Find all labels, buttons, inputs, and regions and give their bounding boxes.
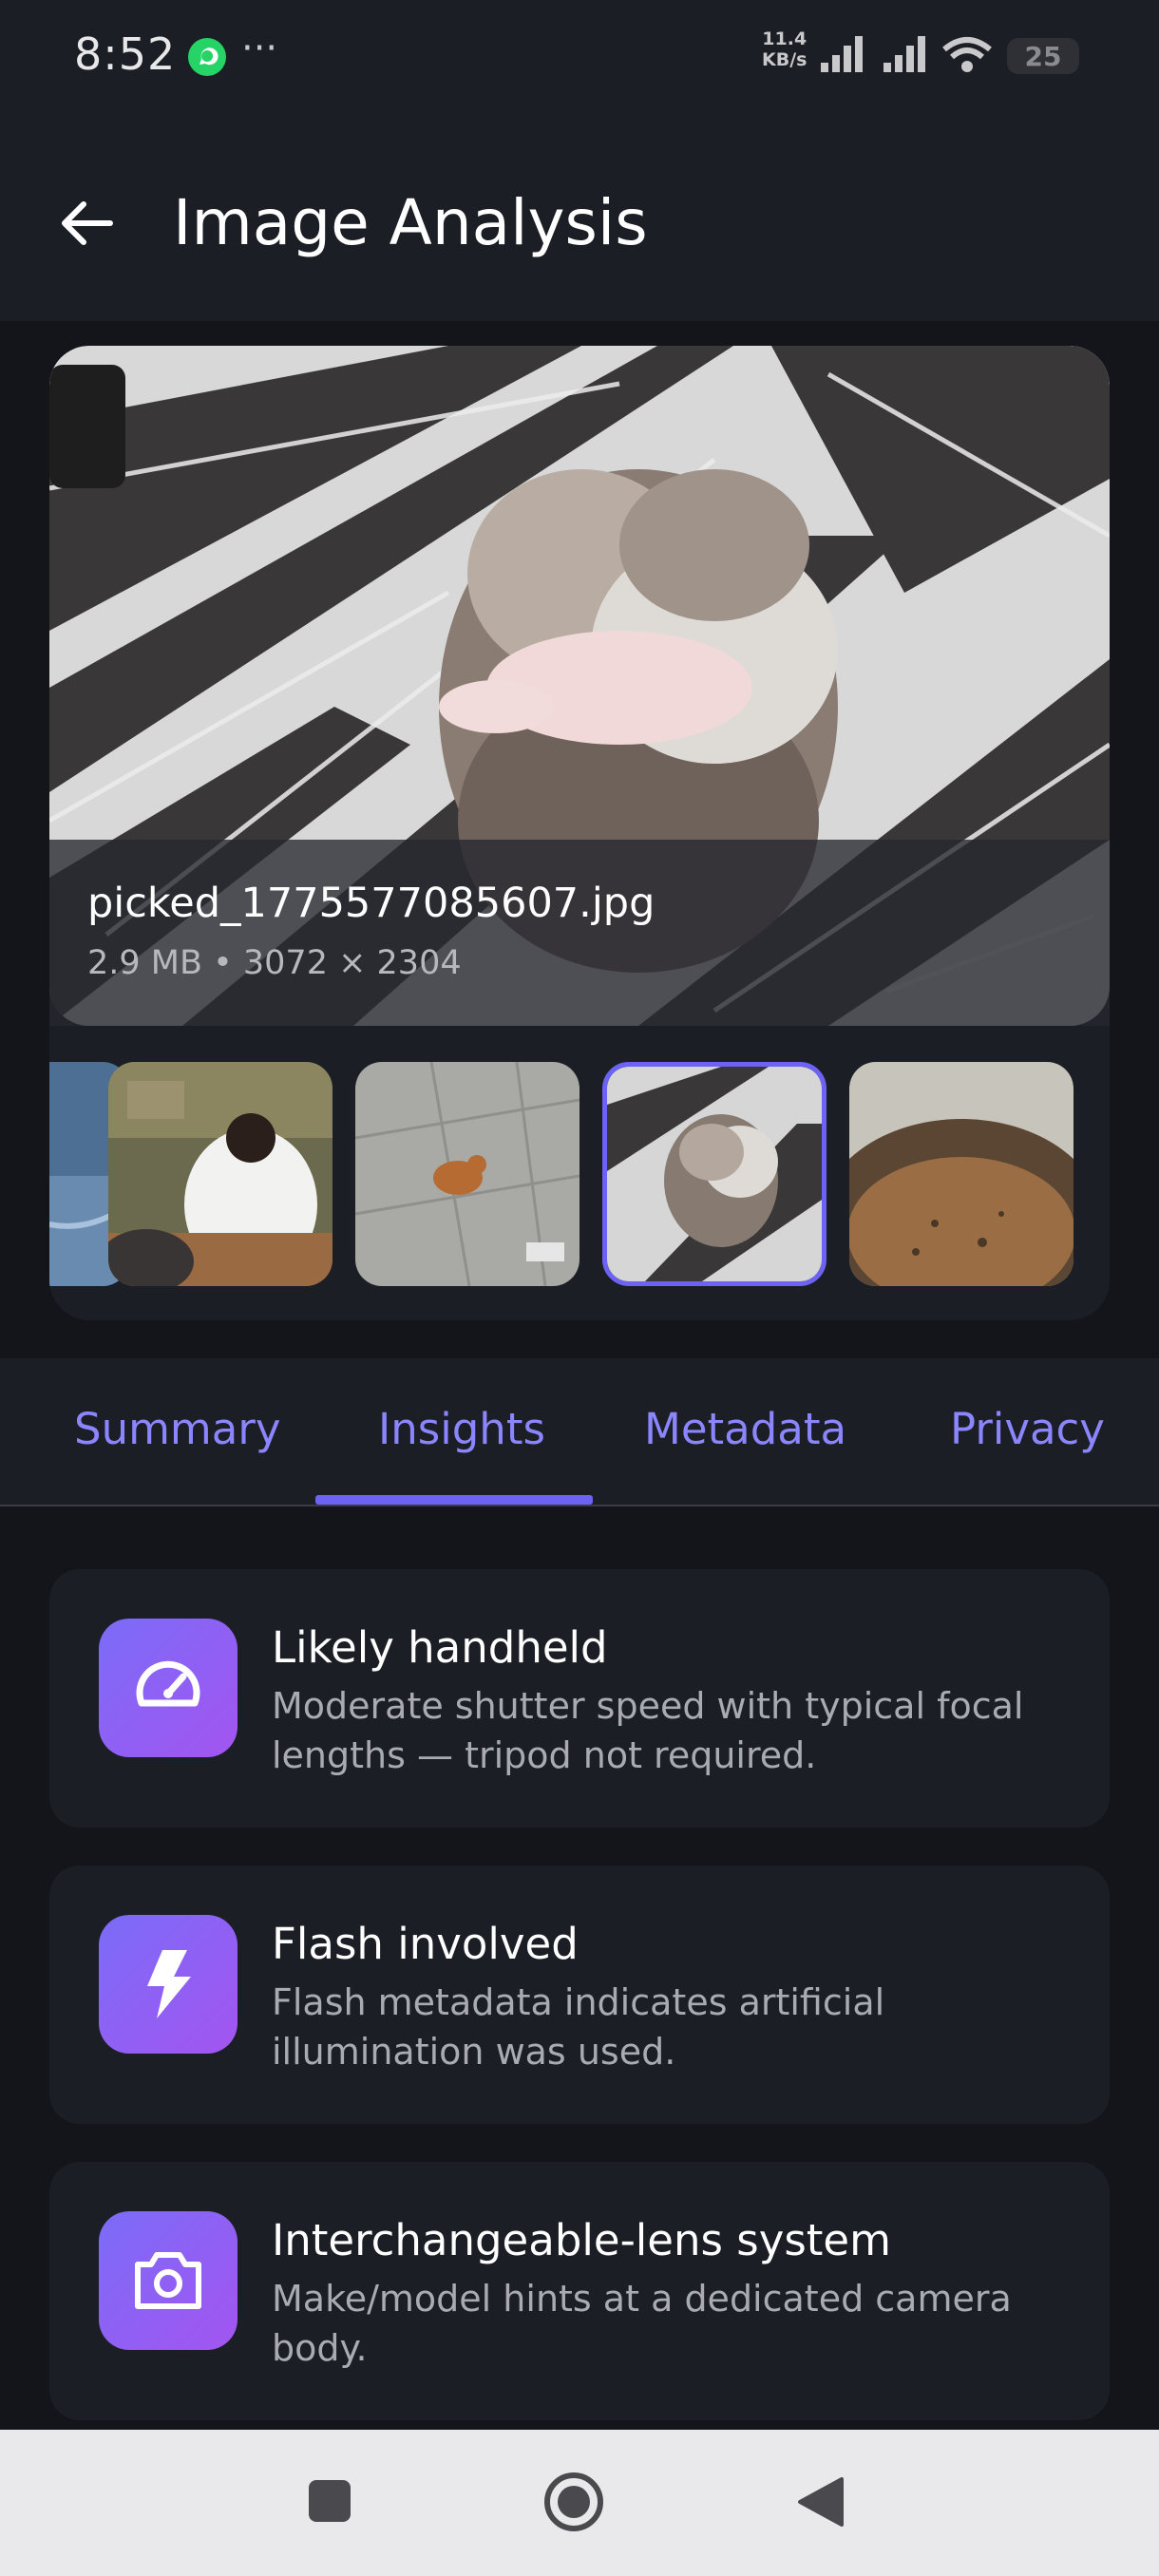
cat-pavement-photo: [355, 1062, 580, 1286]
speedometer-icon: [99, 1619, 238, 1757]
insight-title: Interchangeable-lens system: [272, 2215, 891, 2265]
network-speed-value: 11.4: [762, 28, 808, 49]
active-tab-indicator: [315, 1495, 593, 1505]
page-title: Image Analysis: [173, 186, 648, 259]
thumb-soil-pot[interactable]: [849, 1062, 1074, 1286]
system-nav-bar: [0, 2430, 1159, 2576]
insight-description: Flash metadata indicates artificial illu…: [272, 1981, 885, 2073]
camera-icon: [99, 2211, 238, 2350]
insight-card: Likely handheld Moderate shutter speed w…: [49, 1569, 1110, 1828]
image-preview-card: picked_1775577085607.jpg 2.9 MB • 3072 ×…: [49, 346, 1110, 1320]
thumb-classroom[interactable]: [108, 1062, 332, 1286]
app-bar: Image Analysis: [0, 112, 1159, 321]
insight-title: Likely handheld: [272, 1622, 608, 1673]
network-speed-unit: KB/s: [762, 49, 808, 70]
recents-square-icon[interactable]: [306, 2477, 353, 2525]
soil-pot-photo: [849, 1062, 1074, 1286]
thumb-cat-on-pavement[interactable]: [355, 1062, 580, 1286]
back-arrow-icon[interactable]: [57, 194, 116, 253]
file-meta: 2.9 MB • 3072 × 2304: [87, 944, 462, 982]
whatsapp-notification-icon: [188, 38, 226, 76]
battery-indicator: 25: [1007, 38, 1079, 74]
classroom-photo: [108, 1062, 332, 1286]
more-notifications-icon: ···: [241, 27, 278, 70]
insight-card: Interchangeable-lens system Make/model h…: [49, 2162, 1110, 2420]
status-time: 8:52: [74, 28, 177, 80]
tab-insights[interactable]: Insights: [378, 1404, 545, 1454]
network-speed: 11.4 KB/s: [762, 28, 807, 70]
insight-card: Flash involved Flash metadata indicates …: [49, 1866, 1110, 2124]
insight-description: Moderate shutter speed with typical foca…: [272, 1685, 1024, 1776]
tab-privacy[interactable]: Privacy: [950, 1404, 1105, 1454]
kittens-thumb-photo: [607, 1067, 822, 1281]
home-circle-icon[interactable]: [543, 2472, 604, 2532]
wifi-icon: [942, 37, 992, 72]
tab-metadata[interactable]: Metadata: [644, 1404, 846, 1454]
tab-summary[interactable]: Summary: [74, 1404, 280, 1454]
back-triangle-icon[interactable]: [796, 2475, 846, 2529]
thumb-kittens[interactable]: [602, 1062, 826, 1286]
signal-icon-2: [884, 36, 925, 72]
flash-icon: [99, 1915, 238, 2054]
image-caption-overlay: [49, 840, 1110, 1026]
file-name: picked_1775577085607.jpg: [87, 880, 656, 927]
insight-title: Flash involved: [272, 1919, 579, 1969]
signal-icon: [821, 36, 863, 72]
insight-description: Make/model hints at a dedicated camera b…: [272, 2278, 1012, 2369]
thumbnail-strip[interactable]: [49, 1062, 1110, 1290]
tab-bar: Summary Insights Metadata Privacy: [0, 1358, 1159, 1506]
status-bar: 8:52 ··· 11.4 KB/s 25: [0, 0, 1159, 112]
